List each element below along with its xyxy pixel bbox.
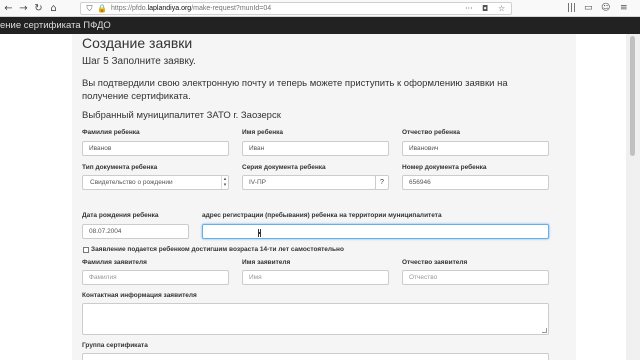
pocket-icon[interactable]: ◘ (482, 4, 488, 14)
reload-icon[interactable]: ↻ (33, 3, 44, 14)
doc-number-label: Номер документа ребенка (402, 164, 487, 171)
home-icon[interactable]: ⌂ (48, 3, 59, 14)
child-first-name-label: Имя ребенка (242, 129, 284, 136)
navbar-brand[interactable]: ение сертификата ПФДО (0, 19, 111, 32)
birth-date-label: Дата рождения ребенка (82, 212, 159, 219)
text-cursor-icon (258, 229, 261, 237)
forward-icon[interactable]: → (18, 3, 29, 14)
doc-number-input[interactable]: 656946 (402, 175, 549, 190)
scrollbar-thumb[interactable] (630, 36, 635, 156)
doc-type-label: Тип документа ребенка (82, 164, 158, 171)
self-application-label[interactable]: Заявление подается ребенком достигшим во… (91, 246, 344, 254)
child-patronymic-label: Отчество ребенка (402, 129, 460, 136)
child-first-name-input[interactable]: Иван (242, 141, 389, 156)
intro-text: Вы подтвердили свою электронную почту и … (82, 78, 508, 102)
menu-icon[interactable]: ≡ (620, 3, 628, 14)
address-label: адрес регистрации (пребывания) ребенка н… (202, 212, 442, 219)
lock-icon[interactable]: 🔒 (97, 4, 107, 13)
shield-icon[interactable]: ⛉ (85, 4, 94, 13)
doc-series-help-button[interactable]: ? (375, 175, 389, 190)
doc-series-label: Серия документа ребенка (242, 164, 326, 171)
select-arrows-icon: ▴ ▾ (221, 176, 228, 189)
reader-view-icon[interactable]: ▭ (584, 3, 593, 14)
child-last-name-label: Фамилия ребенка (82, 129, 140, 136)
url-bar[interactable]: ⛉ 🔒 https://pfdo.laplandiya.org/make-req… (80, 2, 512, 15)
applicant-first-name-input[interactable]: Имя (242, 270, 389, 285)
applicant-last-name-input[interactable]: Фамилия (82, 270, 229, 285)
contact-info-label: Контактная информация заявителя (82, 292, 197, 299)
applicant-last-name-label: Фамилия заявителя (82, 259, 147, 266)
birth-date-input[interactable]: 08.07.2004 (82, 224, 189, 239)
doc-type-value: Свидетельство о рождении (90, 179, 173, 186)
certificate-group-select[interactable] (82, 353, 549, 360)
child-patronymic-input[interactable]: Иванович (402, 141, 549, 156)
child-last-name-input[interactable]: Иванов (82, 141, 229, 156)
doc-type-select[interactable]: Свидетельство о рождении ▴ ▾ (82, 175, 229, 190)
applicant-patronymic-label: Отчество заявителя (402, 259, 468, 266)
sync-icon[interactable]: ☺ (601, 3, 610, 14)
self-application-checkbox[interactable] (83, 247, 89, 253)
contact-info-textarea[interactable] (82, 303, 549, 335)
municipality-heading: Выбранный муниципалитет ЗАТО г. Заозерск (82, 110, 281, 121)
site-navbar: ение сертификата ПФДО (0, 17, 640, 34)
resize-grip-icon[interactable] (542, 328, 547, 333)
back-icon[interactable]: ← (3, 3, 14, 14)
certificate-group-label: Группа сертификата (82, 342, 148, 349)
applicant-patronymic-input[interactable]: Отчество (402, 270, 549, 285)
more-dots-icon[interactable]: ··· (465, 4, 473, 14)
step-heading: Шаг 5 Заполните заявку. (82, 56, 196, 67)
doc-series-input[interactable]: IV-ПР (242, 175, 376, 190)
url-text[interactable]: https://pfdo.laplandiya.org/make-request… (111, 4, 271, 14)
applicant-first-name-label: Имя заявителя (242, 259, 291, 266)
library-icon[interactable]: ||| (567, 3, 576, 14)
address-input[interactable] (202, 224, 549, 239)
browser-toolbar: ← → ↻ ⌂ ⛉ 🔒 https://pfdo.laplandiya.org/… (0, 0, 640, 17)
page-title: Создание заявки (82, 35, 193, 51)
star-icon[interactable]: ☆ (498, 4, 505, 14)
